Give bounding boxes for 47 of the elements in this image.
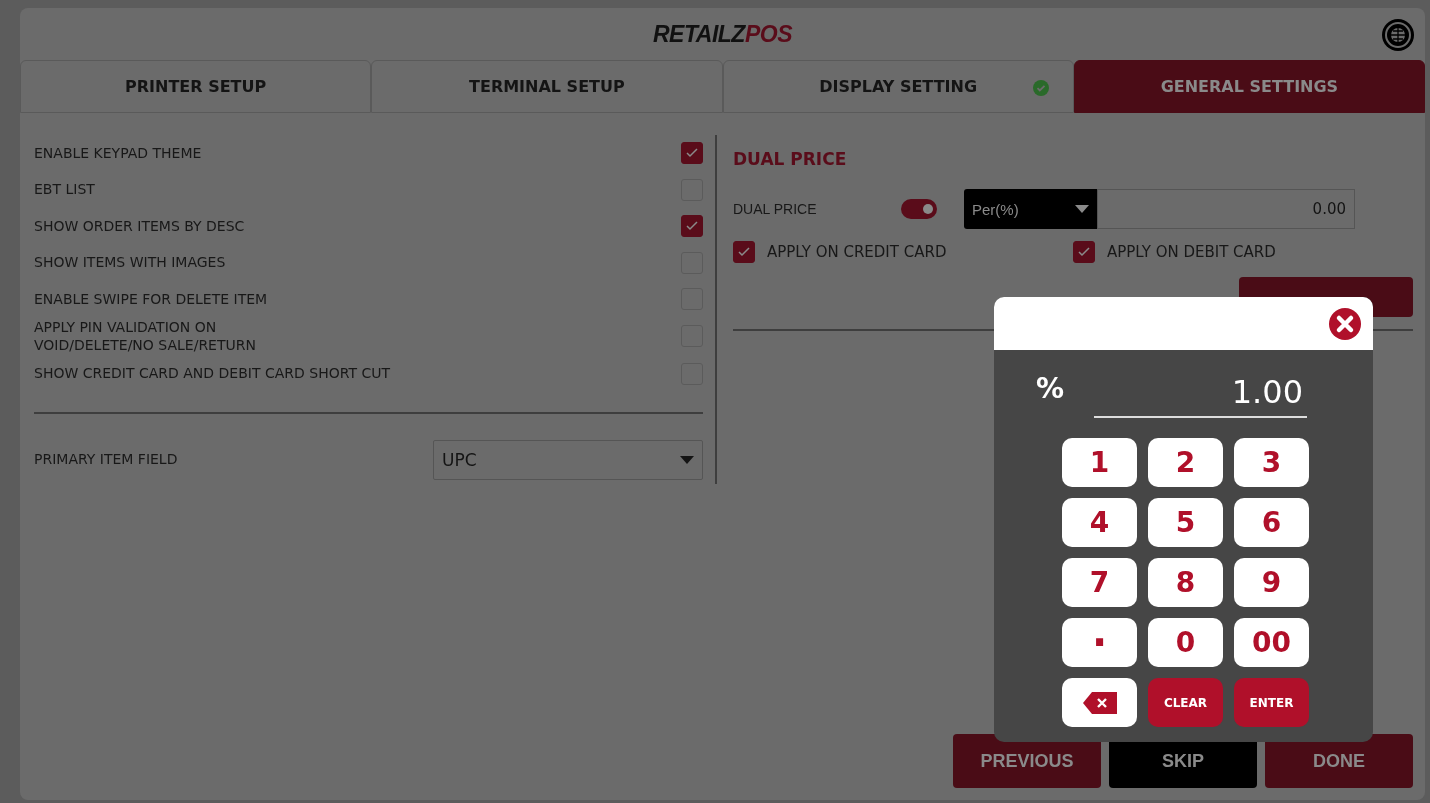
option-label: APPLY ON CREDIT CARD <box>767 243 947 261</box>
setting-label: SHOW ITEMS WITH IMAGES <box>34 253 226 273</box>
section-title: DUAL PRICE <box>733 149 848 169</box>
checkbox[interactable] <box>1073 241 1095 263</box>
key[interactable]: 3 <box>1234 438 1309 487</box>
checkbox[interactable] <box>733 241 755 263</box>
setting-label: SHOW CREDIT CARD AND DEBIT CARD SHORT CUT <box>34 364 390 383</box>
footer-button[interactable]: PREVIOUS <box>953 734 1101 788</box>
key[interactable]: . <box>1062 618 1137 667</box>
toggle-switch[interactable] <box>901 199 937 219</box>
field-label: DUAL PRICE <box>733 201 818 217</box>
setting-label: ENABLE KEYPAD THEME <box>34 143 202 163</box>
key[interactable]: ENTER <box>1234 678 1309 727</box>
key[interactable]: 4 <box>1062 498 1137 547</box>
backspace-key[interactable] <box>1062 678 1137 727</box>
check-icon <box>686 221 698 232</box>
key[interactable]: 00 <box>1234 618 1309 667</box>
key[interactable]: 2 <box>1148 438 1223 487</box>
caret-icon <box>1075 205 1089 213</box>
key[interactable]: 6 <box>1234 498 1309 547</box>
caret-icon <box>680 455 694 464</box>
key[interactable]: 0 <box>1148 618 1223 667</box>
checkbox[interactable] <box>681 142 703 165</box>
key[interactable]: 8 <box>1148 558 1223 607</box>
field-label: PRIMARY ITEM FIELD <box>34 450 178 470</box>
checkbox[interactable] <box>681 215 703 238</box>
mode-dropdown[interactable]: Per(%) <box>964 189 1097 229</box>
close-icon[interactable] <box>1329 307 1361 340</box>
setting-label: APPLY PIN VALIDATION ON VOID/DELETE/NO SALE/RETURN <box>34 317 256 356</box>
key[interactable]: CLEAR <box>1148 678 1223 727</box>
option-label: APPLY ON DEBIT CARD <box>1107 243 1276 261</box>
backspace-icon <box>1081 690 1118 715</box>
check-icon <box>1078 247 1090 257</box>
key[interactable]: 9 <box>1234 558 1309 607</box>
app-logo: RETAILZPOS <box>653 20 792 48</box>
tab[interactable]: GENERAL SETTINGS <box>1073 60 1425 113</box>
setting-label: ENABLE SWIPE FOR DELETE ITEM <box>34 289 268 309</box>
key[interactable]: 7 <box>1062 558 1137 607</box>
value-display: 1.00 <box>1094 372 1307 418</box>
setting-label: SHOW ORDER ITEMS BY DESC <box>34 216 245 236</box>
key[interactable]: 1 <box>1062 438 1137 487</box>
check-icon <box>738 247 750 257</box>
setting-label: EBT LIST <box>34 180 95 200</box>
unit-symbol: % <box>1036 372 1065 405</box>
globe-icon[interactable] <box>1381 18 1415 52</box>
check-icon <box>686 148 698 159</box>
key[interactable]: 5 <box>1148 498 1223 547</box>
